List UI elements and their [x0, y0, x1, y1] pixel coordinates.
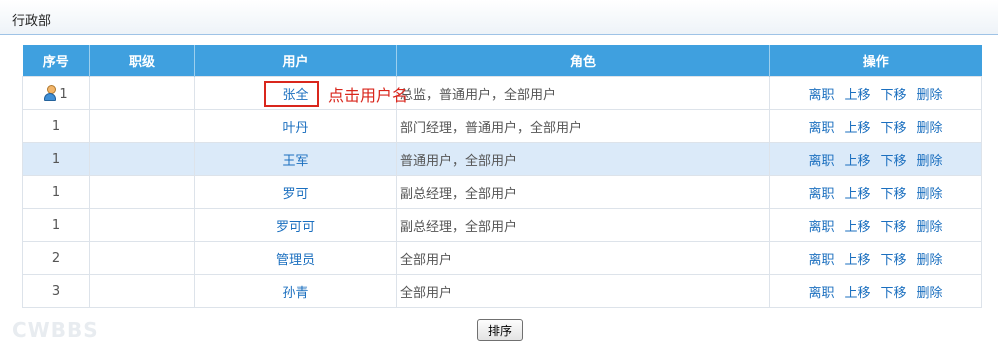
table-row: 3 孙青 全部用户 离职 上移 下移 删除 [22, 274, 982, 308]
annotation-text: 点击用户名 [328, 86, 409, 105]
cell-actions: 离职 上移 下移 删除 [769, 142, 982, 176]
cell-order: 1 [22, 109, 90, 143]
annotation-highlight-box [264, 81, 319, 107]
cell-user: 王军 [194, 142, 397, 176]
table-row-selected: 1 王军 普通用户，全部用户 离职 上移 下移 删除 [22, 142, 982, 176]
cell-roles: 全部用户 [396, 274, 770, 308]
cell-actions: 离职 上移 下移 删除 [769, 208, 982, 242]
user-name-link[interactable]: 管理员 [276, 253, 315, 268]
cell-order: 1 [22, 142, 90, 176]
cell-rank [89, 76, 195, 110]
cell-actions: 离职 上移 下移 删除 [769, 76, 982, 110]
cell-order: 3 [22, 274, 90, 308]
delete-link[interactable]: 删除 [917, 154, 943, 169]
cell-rank [89, 109, 195, 143]
move-down-link[interactable]: 下移 [881, 88, 907, 103]
resign-link[interactable]: 离职 [808, 286, 834, 301]
move-up-link[interactable]: 上移 [844, 253, 870, 268]
column-header-actions: 操作 [769, 45, 982, 77]
resign-link[interactable]: 离职 [808, 187, 834, 202]
cell-roles: 副总经理，全部用户 [396, 175, 770, 209]
table-row: 1 张全 总监，普通用户，全部用户 离职 上移 下移 删除 [22, 76, 982, 110]
move-up-link[interactable]: 上移 [844, 154, 870, 169]
cell-user: 罗可可 [194, 208, 397, 242]
user-name-link[interactable]: 罗可 [282, 187, 308, 202]
delete-link[interactable]: 删除 [917, 253, 943, 268]
cell-actions: 离职 上移 下移 删除 [769, 109, 982, 143]
cell-user: 孙青 [194, 274, 397, 308]
sort-button[interactable]: 排序 [477, 319, 523, 341]
delete-link[interactable]: 删除 [917, 187, 943, 202]
user-name-link[interactable]: 王军 [282, 154, 308, 169]
move-up-link[interactable]: 上移 [844, 121, 870, 136]
table-header-row: 序号 职级 用户 角色 操作 [22, 45, 982, 77]
move-down-link[interactable]: 下移 [881, 253, 907, 268]
cell-roles: 总监，普通用户，全部用户 [396, 76, 770, 110]
user-table: 序号 职级 用户 角色 操作 1 张全 总监，普通用户，全部用户 离职 上移 下移删… [22, 45, 982, 308]
move-down-link[interactable]: 下移 [881, 187, 907, 202]
user-name-link[interactable]: 叶丹 [282, 121, 308, 136]
cell-roles: 部门经理，普通用户，全部用户 [396, 109, 770, 143]
resign-link[interactable]: 离职 [808, 154, 834, 169]
cell-rank [89, 142, 195, 176]
delete-link[interactable]: 删除 [917, 88, 943, 103]
move-up-link[interactable]: 上移 [844, 187, 870, 202]
delete-link[interactable]: 删除 [917, 220, 943, 235]
cell-rank [89, 241, 195, 275]
cell-actions: 离职 上移 下移 删除 [769, 274, 982, 308]
cell-rank [89, 274, 195, 308]
move-down-link[interactable]: 下移 [881, 154, 907, 169]
resign-link[interactable]: 离职 [808, 88, 834, 103]
user-icon [44, 84, 57, 101]
move-down-link[interactable]: 下移 [881, 220, 907, 235]
order-value: 1 [59, 86, 68, 102]
cell-actions: 离职 上移 下移 删除 [769, 175, 982, 209]
cell-user: 管理员 [194, 241, 397, 275]
column-header-user: 用户 [194, 45, 397, 77]
column-header-order: 序号 [22, 45, 90, 77]
table-row: 1 叶丹 部门经理，普通用户，全部用户 离职 上移 下移 删除 [22, 109, 982, 143]
cell-order: 1 [22, 208, 90, 242]
column-header-role: 角色 [396, 45, 770, 77]
cell-rank [89, 175, 195, 209]
resign-link[interactable]: 离职 [808, 121, 834, 136]
user-name-link[interactable]: 罗可可 [276, 220, 315, 235]
move-up-link[interactable]: 上移 [844, 220, 870, 235]
delete-link[interactable]: 删除 [917, 121, 943, 136]
move-up-link[interactable]: 上移 [844, 88, 870, 103]
cell-roles: 普通用户，全部用户 [396, 142, 770, 176]
resign-link[interactable]: 离职 [808, 220, 834, 235]
cell-rank [89, 208, 195, 242]
cell-order: 1 [22, 76, 90, 110]
delete-link[interactable]: 删除 [917, 286, 943, 301]
cell-user: 叶丹 [194, 109, 397, 143]
cell-order: 1 [22, 175, 90, 209]
cell-roles: 副总经理，全部用户 [396, 208, 770, 242]
cell-roles: 全部用户 [396, 241, 770, 275]
move-down-link[interactable]: 下移 [881, 121, 907, 136]
cell-order: 2 [22, 241, 90, 275]
column-header-rank: 职级 [89, 45, 195, 77]
table-row: 2 管理员 全部用户 离职 上移 下移 删除 [22, 241, 982, 275]
resign-link[interactable]: 离职 [808, 253, 834, 268]
table-row: 1 罗可可 副总经理，全部用户 离职 上移 下移 删除 [22, 208, 982, 242]
cell-actions: 离职 上移 下移 删除 [769, 241, 982, 275]
section-title: 行政部 [12, 14, 52, 29]
section-title-bar: 行政部 [0, 0, 998, 35]
move-down-link[interactable]: 下移 [881, 286, 907, 301]
watermark-logo: CWBBS [12, 318, 99, 342]
user-name-link[interactable]: 孙青 [282, 286, 308, 301]
move-up-link[interactable]: 上移 [844, 286, 870, 301]
cell-user: 罗可 [194, 175, 397, 209]
table-row: 1 罗可 副总经理，全部用户 离职 上移 下移 删除 [22, 175, 982, 209]
